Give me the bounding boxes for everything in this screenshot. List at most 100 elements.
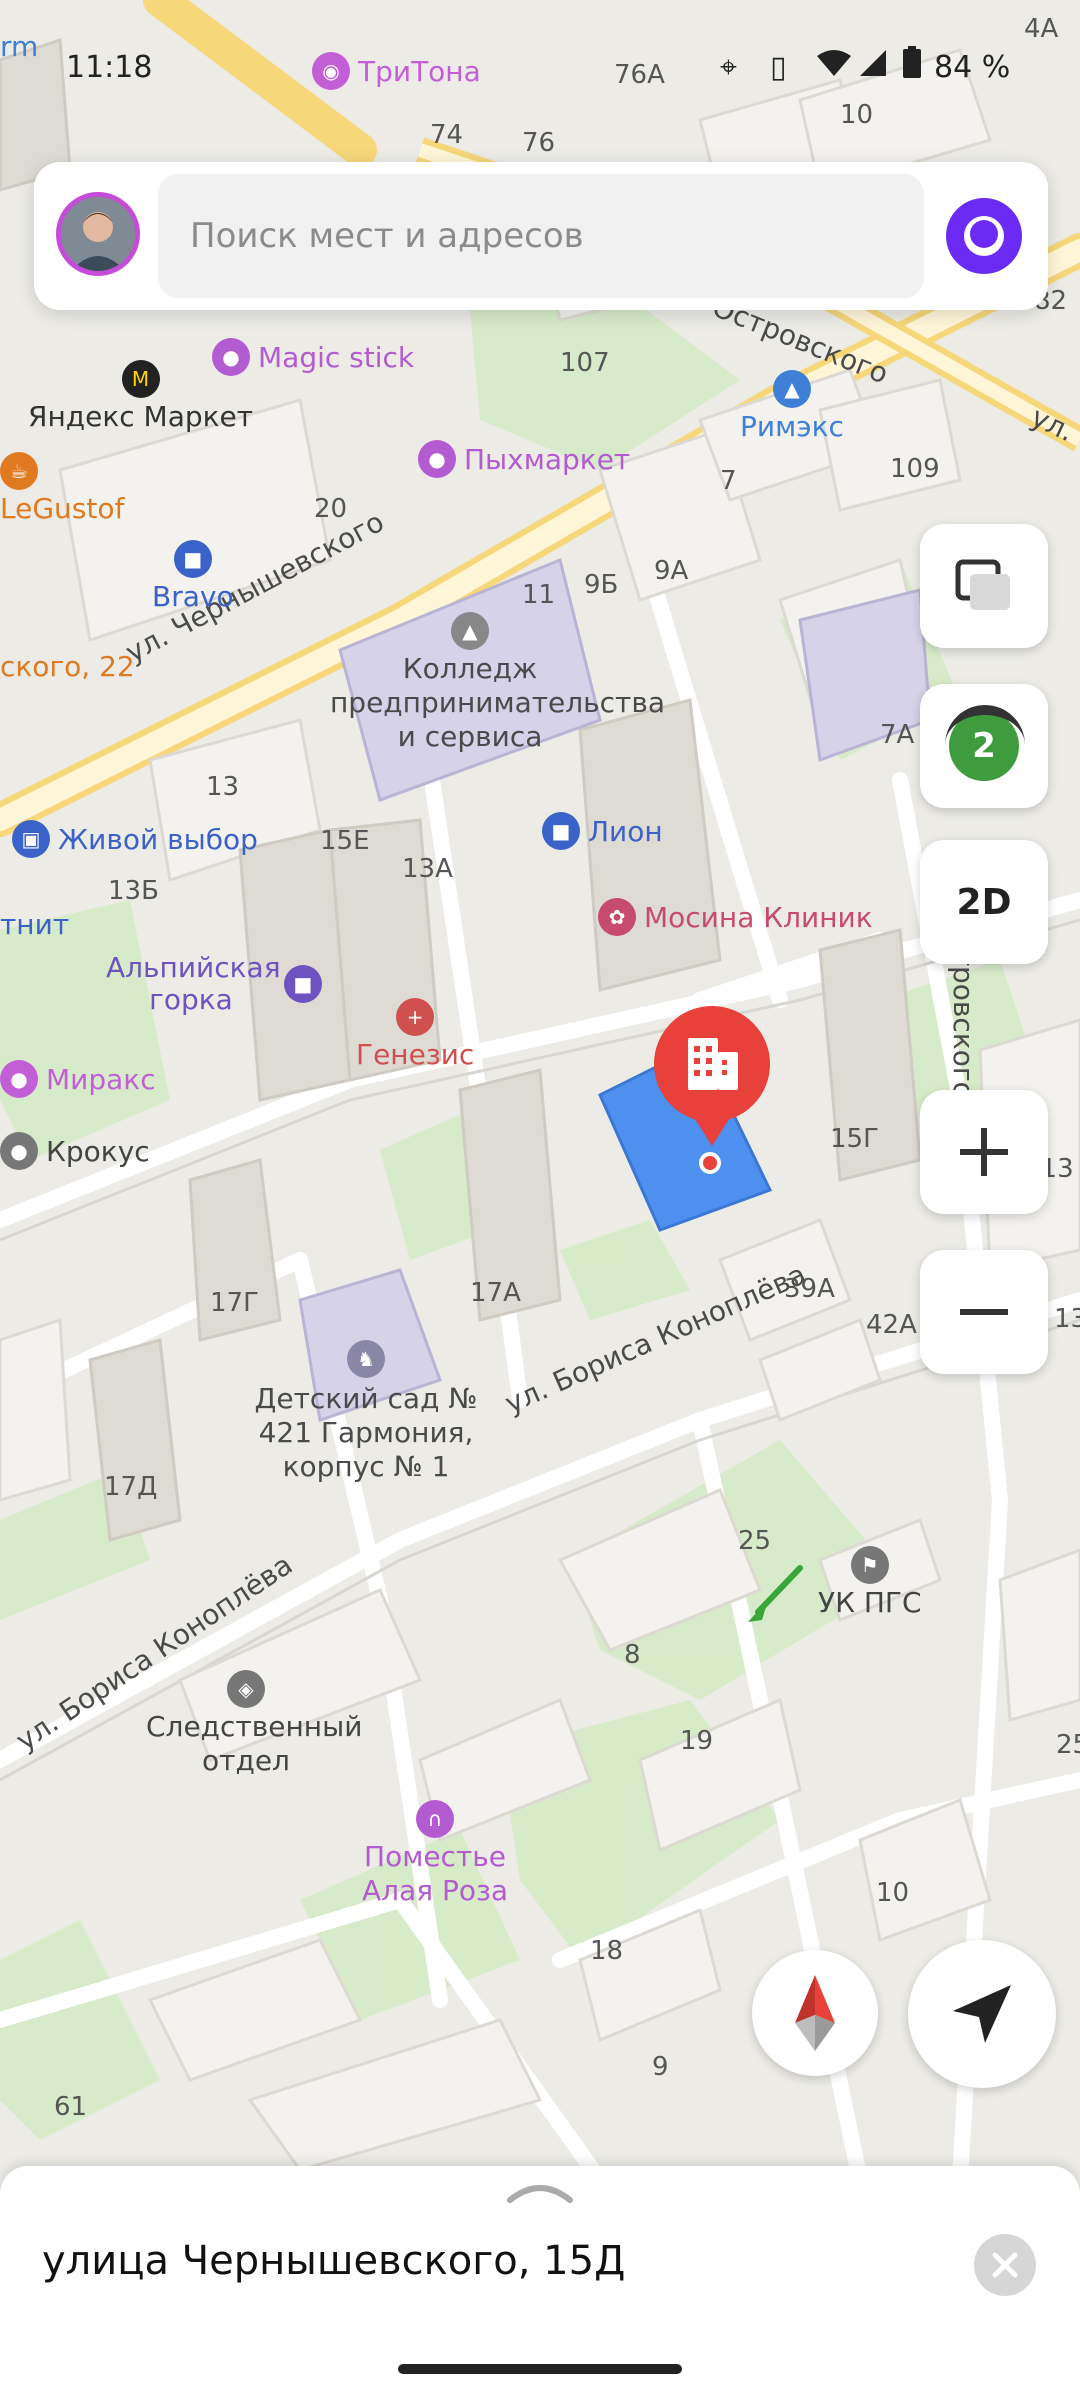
- poi-label: Magic stick: [258, 340, 415, 374]
- close-button[interactable]: [974, 2234, 1036, 2296]
- navigation-arrow-icon: [953, 1985, 1011, 2043]
- house-number: 15Г: [830, 1124, 879, 1154]
- my-location-button[interactable]: [908, 1940, 1056, 2088]
- house-number: 13: [206, 772, 240, 802]
- house-number: 10: [840, 100, 874, 130]
- poi-uk-pgs[interactable]: ⚑ УК ПГС: [818, 1546, 922, 1619]
- compass-icon: [795, 1975, 835, 2051]
- house-number: 61: [54, 2092, 88, 2122]
- house-number: 9А: [654, 556, 689, 586]
- house-number: 8: [624, 1640, 641, 1670]
- poi-label: УК ПГС: [818, 1586, 922, 1619]
- poi-rimex[interactable]: ▲ Римэкс: [740, 370, 844, 443]
- poi-yandex-market[interactable]: M Яндекс Маркет: [28, 360, 253, 433]
- compass-button[interactable]: [752, 1950, 878, 2076]
- poi-krokus[interactable]: ● Крокус: [0, 1132, 150, 1170]
- poi-label: Мосина Клиник: [644, 900, 873, 934]
- signal-icon: [858, 48, 888, 86]
- user-avatar[interactable]: [56, 192, 140, 276]
- lotus-icon: ✿: [598, 898, 636, 936]
- battery-icon: [903, 46, 921, 86]
- market-icon: M: [121, 360, 160, 398]
- education-icon: ▲: [451, 612, 489, 650]
- basket-icon: ▣: [12, 820, 50, 858]
- poi-alpiyskaya-gorka[interactable]: Альпийская горка ■: [106, 952, 322, 1016]
- poi-label: Живой выбор: [58, 822, 258, 856]
- poi-edge-tnit[interactable]: тнит: [0, 908, 69, 941]
- voice-assistant-icon[interactable]: [946, 198, 1022, 274]
- zoom-out-button[interactable]: [920, 1250, 1048, 1374]
- house-number: 17Г: [210, 1288, 259, 1318]
- poi-sledstvenny-otdel[interactable]: ◈ Следственный отдел: [146, 1670, 362, 1778]
- vibrate-icon: ▯: [770, 50, 787, 85]
- search-input[interactable]: Поиск мест и адресов: [158, 174, 924, 298]
- poi-mosina-clinic[interactable]: ✿ Мосина Клиник: [598, 898, 873, 936]
- house-number: 7А: [880, 720, 915, 750]
- poi-label: Яндекс Маркет: [28, 400, 254, 433]
- poi-zhivoy-vybor[interactable]: ▣ Живой выбор: [12, 820, 258, 858]
- medical-cross-icon: +: [396, 998, 435, 1036]
- poi-edge-address[interactable]: ского, 22: [0, 650, 135, 683]
- poi-legustof[interactable]: ☕ LeGustof: [0, 452, 124, 525]
- selected-place-pin[interactable]: [650, 1006, 774, 1156]
- view-mode-label: 2D: [956, 881, 1012, 923]
- poi-label: Bravo: [152, 580, 234, 613]
- car-icon: ▲: [772, 370, 811, 408]
- zoom-in-button[interactable]: [920, 1090, 1048, 1214]
- house-number: 17А: [470, 1278, 521, 1308]
- layers-button[interactable]: [920, 524, 1048, 648]
- traffic-button[interactable]: 2: [920, 684, 1048, 808]
- poi-miraks[interactable]: ● Миракс: [0, 1060, 156, 1098]
- poi-label: Генезис: [356, 1038, 475, 1071]
- place-card[interactable]: улица Чернышевского, 15Д: [0, 2166, 1080, 2400]
- house-number: 39А: [784, 1274, 835, 1304]
- poi-detsad-garmoniya[interactable]: ♞ Детский сад № 421 Гармония, корпус № 1: [236, 1340, 496, 1484]
- house-number: 10: [876, 1878, 910, 1908]
- poi-pyhmarket[interactable]: ● Пыхмаркет: [418, 440, 630, 478]
- house-number: 76: [522, 128, 556, 158]
- plus-icon: [960, 1128, 1008, 1176]
- emblem-icon: ◈: [227, 1670, 265, 1708]
- house-number: 11: [522, 580, 556, 610]
- poi-label: Пыхмаркет: [464, 442, 631, 476]
- traffic-icon: 2: [945, 705, 1025, 781]
- cafe-icon: ☕: [0, 452, 38, 490]
- location-icon: ●: [0, 1132, 38, 1170]
- search-bar: Поиск мест и адресов: [34, 162, 1048, 310]
- poi-college[interactable]: ▲ Колледж предпринимательства и сервиса: [330, 612, 666, 754]
- close-icon: [992, 2252, 1018, 2278]
- house-number: 25: [738, 1526, 772, 1556]
- location-icon: ⌖: [720, 50, 737, 85]
- house-number: 17Д: [104, 1472, 158, 1502]
- poi-label: Крокус: [46, 1134, 150, 1168]
- house-number: 20: [314, 494, 348, 524]
- shop-icon: ●: [0, 1060, 38, 1098]
- house-number: 15Е: [320, 826, 370, 856]
- arch-icon: ∩: [416, 1800, 454, 1838]
- poi-label: тнит: [0, 908, 70, 941]
- place-address: улица Чернышевского, 15Д: [42, 2238, 626, 2284]
- battery-percent: 84 %: [934, 50, 1011, 85]
- map-canvas[interactable]: [0, 0, 1080, 2188]
- briefcase-icon: ■: [284, 965, 322, 1003]
- poi-pomestye-alaya-roza[interactable]: ∩ Поместье Алая Роза: [340, 1800, 530, 1908]
- poi-label: Колледж предпринимательства и сервиса: [330, 652, 666, 753]
- house-number: 13А: [1054, 1304, 1080, 1334]
- layers-icon: [955, 559, 1010, 610]
- poi-label: ского, 22: [0, 650, 135, 683]
- wifi-icon: [815, 48, 853, 86]
- search-placeholder: Поиск мест и адресов: [190, 216, 584, 256]
- poi-lion[interactable]: ■ Лион: [542, 812, 663, 850]
- poi-genezis[interactable]: + Генезис: [356, 998, 474, 1071]
- poi-label: Детский сад № 421 Гармония, корпус № 1: [254, 1382, 478, 1483]
- map-layer[interactable]: [0, 0, 1080, 2188]
- minus-icon: [960, 1309, 1008, 1315]
- shop-icon: ●: [418, 440, 456, 478]
- poi-label: Поместье Алая Роза: [361, 1840, 508, 1907]
- view-mode-toggle[interactable]: 2D: [920, 840, 1048, 964]
- house-number: 109: [890, 454, 940, 484]
- poi-bravo[interactable]: ■ Bravo: [152, 540, 234, 613]
- poi-label: Римэкс: [740, 410, 844, 443]
- house-number: 107: [560, 348, 610, 378]
- chevron-up-icon[interactable]: [504, 2180, 576, 2204]
